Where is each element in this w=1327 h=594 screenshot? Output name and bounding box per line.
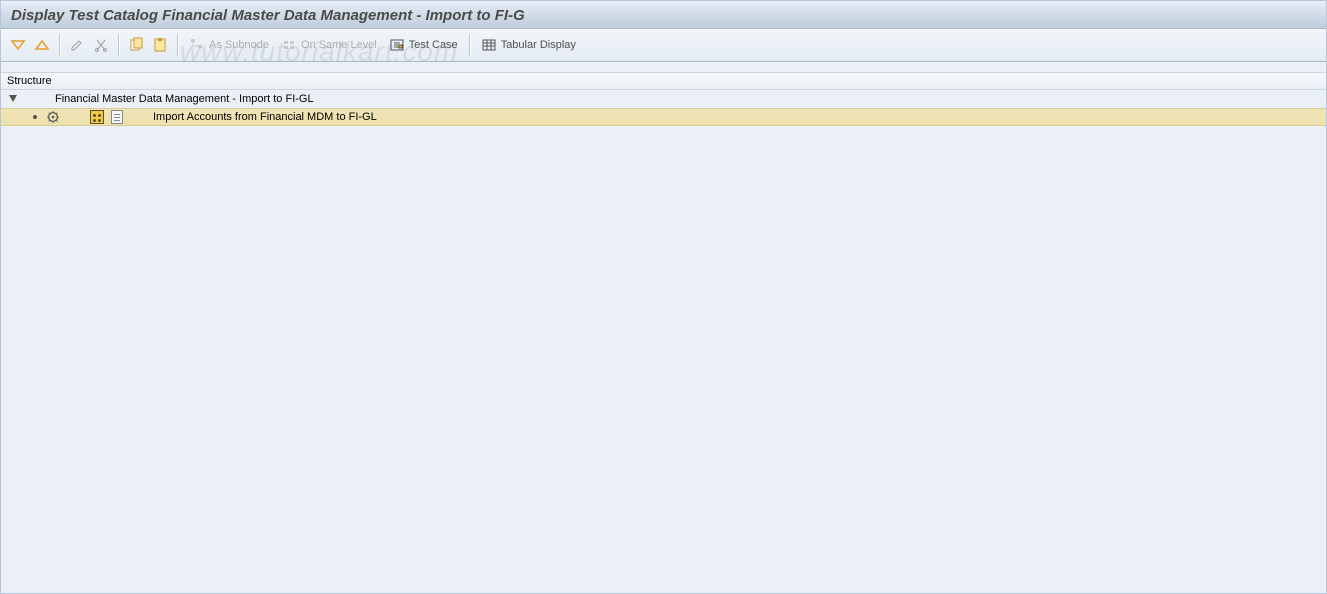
gear-icon: [45, 109, 61, 125]
menu-down-icon[interactable]: [7, 32, 29, 58]
image-icon: [89, 109, 105, 125]
page-title: Display Test Catalog Financial Master Da…: [11, 7, 525, 24]
tree-root-row[interactable]: Financial Master Data Management - Impor…: [1, 90, 1326, 108]
on-same-level-button[interactable]: On Same Level: [276, 33, 382, 57]
on-same-level-label: On Same Level: [301, 39, 377, 51]
menu-up-icon[interactable]: [31, 32, 53, 58]
leaf-icon: [33, 115, 37, 119]
as-subnode-label: As Subnode: [209, 39, 269, 51]
toolbar-separator: [469, 34, 470, 56]
copy-icon[interactable]: [125, 32, 147, 58]
toolbar-separator: [177, 34, 178, 56]
expand-down-icon[interactable]: [9, 95, 17, 102]
test-case-label: Test Case: [409, 39, 458, 51]
paste-icon[interactable]: [149, 32, 171, 58]
structure-label: Structure: [7, 75, 52, 87]
tree-root-label: Financial Master Data Management - Impor…: [55, 93, 314, 105]
tabular-display-button[interactable]: Tabular Display: [476, 33, 581, 57]
toolbar-separator: [59, 34, 60, 56]
document-icon: [109, 109, 125, 125]
tabular-display-label: Tabular Display: [501, 39, 576, 51]
cut-icon[interactable]: [90, 32, 112, 58]
tree-child-label: Import Accounts from Financial MDM to FI…: [153, 111, 377, 123]
structure-header: Structure: [1, 72, 1326, 90]
tree-child-row[interactable]: Import Accounts from Financial MDM to FI…: [1, 108, 1326, 126]
titlebar: Display Test Catalog Financial Master Da…: [1, 1, 1326, 29]
toolbar: As Subnode On Same Level Test Case Tabul…: [1, 29, 1326, 62]
pencil-icon[interactable]: [66, 32, 88, 58]
test-case-button[interactable]: Test Case: [384, 33, 463, 57]
as-subnode-button[interactable]: As Subnode: [184, 33, 274, 57]
toolbar-separator: [118, 34, 119, 56]
tree: Financial Master Data Management - Impor…: [1, 90, 1326, 126]
